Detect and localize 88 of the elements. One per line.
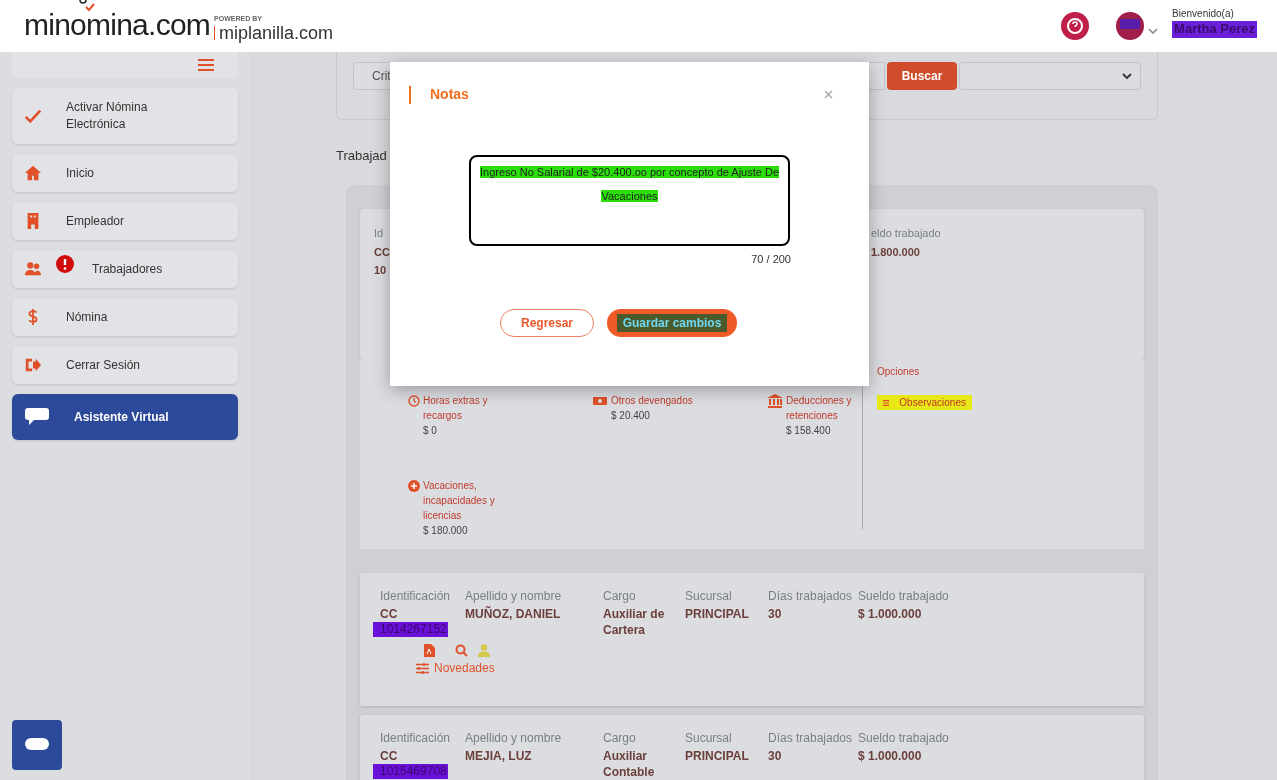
field-label: Apellido y nombre	[465, 730, 563, 747]
chat-icon	[24, 406, 50, 428]
id-number: 10	[374, 263, 387, 278]
sidebar-label: Asistente Virtual	[74, 408, 170, 426]
sidebar-label: Nómina	[66, 308, 109, 326]
novelty-link[interactable]: Deducciones y retenciones	[786, 393, 860, 423]
partner-logo: miplanilla.com	[219, 24, 334, 42]
greeting-text: Bienvenido(a)	[1172, 7, 1235, 22]
days-value: 30	[768, 748, 783, 765]
sidebar-label: Trabajadores	[92, 260, 164, 278]
field-label: Identificación	[380, 730, 452, 747]
field-label: Id	[374, 226, 384, 241]
sidebar-label: Empleador	[66, 212, 126, 230]
sidebar-item[interactable]: Cerrar Sesión	[12, 346, 238, 384]
field-label: Identificación	[380, 588, 452, 605]
sidebar-item[interactable]: Nómina	[12, 298, 238, 336]
field-label: eldo trabajado	[871, 226, 941, 241]
chat-button[interactable]	[12, 720, 62, 770]
novelty-link[interactable]: Otros devengados	[611, 393, 723, 408]
worker-name: MEJIA, LUZ	[465, 748, 533, 765]
chat-icon	[24, 737, 50, 753]
field-label: Días trabajados	[768, 730, 854, 747]
logout-icon	[24, 356, 42, 374]
notes-textarea[interactable]: Ingreso No Salarial de $20.400.oo por concepto de Ajuste De Vacaciones	[469, 155, 790, 246]
help-icon[interactable]	[1061, 12, 1090, 40]
pdf-file-icon[interactable]	[424, 644, 435, 657]
novelties-link[interactable]: Novedades	[416, 659, 1144, 677]
field-label: Días trabajados	[768, 588, 854, 605]
days-value: 30	[768, 606, 783, 623]
field-label: Cargo	[603, 730, 637, 747]
field-label: Sueldo trabajado	[858, 588, 950, 605]
salary-value: $ 1.000.000	[858, 748, 923, 765]
save-button[interactable]: Guardar cambios	[607, 308, 737, 337]
logo: minomina.com	[24, 8, 211, 41]
worker-name: MUÑOZ, DANIEL	[465, 606, 562, 623]
sidebar-label: Inicio	[66, 164, 95, 182]
novelty-link[interactable]: Horas extras y recargos	[423, 393, 499, 423]
position-value: Auxiliar de Cartera	[603, 606, 666, 638]
field-label: Sueldo trabajado	[858, 730, 950, 747]
sidebar-label: Cerrar Sesión	[66, 356, 142, 374]
section-title: Trabajad	[336, 147, 387, 165]
check-icon	[24, 107, 42, 125]
home-icon	[24, 164, 42, 182]
list-icon	[883, 398, 890, 407]
clock-icon	[408, 395, 420, 407]
person-check-icon	[77, 0, 95, 12]
field-label: Apellido y nombre	[465, 588, 563, 605]
search-icon[interactable]	[455, 644, 468, 657]
field-label: Sucursal	[685, 730, 733, 747]
salary-value: $ 1.000.000	[858, 606, 923, 623]
sidebar-item[interactable]: Trabajadores	[12, 250, 238, 288]
users-icon	[24, 260, 42, 278]
novelty-link[interactable]: Vacaciones, incapacidades y licencias	[423, 478, 535, 523]
field-label: Cargo	[603, 588, 637, 605]
sidebar-item[interactable]: Inicio	[12, 154, 238, 192]
sidebar-item[interactable]: Asistente Virtual	[12, 394, 238, 440]
branch-value: PRINCIPAL	[685, 606, 750, 623]
sidebar-label: Activar Nómina Electrónica	[66, 99, 149, 133]
id-type: CC	[380, 748, 398, 764]
plus-circle-icon	[408, 480, 420, 492]
novelty-amount: $ 158.400	[786, 424, 832, 438]
field-label: Sucursal	[685, 588, 733, 605]
close-icon[interactable]	[824, 90, 833, 99]
position-value: Auxiliar Contable	[603, 748, 656, 780]
id-number: 1015469708	[373, 764, 448, 779]
branch-value: PRINCIPAL	[685, 748, 750, 765]
sidebar-item[interactable]: Empleador	[12, 202, 238, 240]
salary-value: 1.800.000	[871, 244, 920, 260]
id-type: CC	[380, 606, 398, 622]
id-number: 1014267152	[373, 622, 448, 637]
id-type: CC	[374, 244, 390, 260]
novelty-amount: $ 20.400	[611, 409, 651, 423]
sidebar-item[interactable]: Activar Nómina Electrónica	[12, 88, 238, 144]
avatar-icon[interactable]	[1116, 12, 1145, 40]
search-button[interactable]: Buscar	[887, 62, 957, 90]
bank-icon	[767, 394, 783, 408]
sliders-icon	[416, 662, 429, 674]
options-title: Opciones	[877, 365, 921, 379]
chevron-down-icon	[1122, 72, 1132, 80]
character-counter: 70 / 200	[751, 252, 791, 267]
novelty-amount: $ 0	[423, 424, 438, 438]
menu-icon[interactable]	[198, 58, 214, 72]
novelty-amount: $ 180.000	[423, 524, 469, 538]
dialog-title: Notas	[430, 85, 469, 104]
user-name: Martha Perez	[1172, 21, 1257, 38]
money-icon	[592, 395, 608, 407]
chevron-down-icon[interactable]	[1148, 27, 1159, 35]
observations-link[interactable]: Observaciones	[877, 395, 972, 410]
